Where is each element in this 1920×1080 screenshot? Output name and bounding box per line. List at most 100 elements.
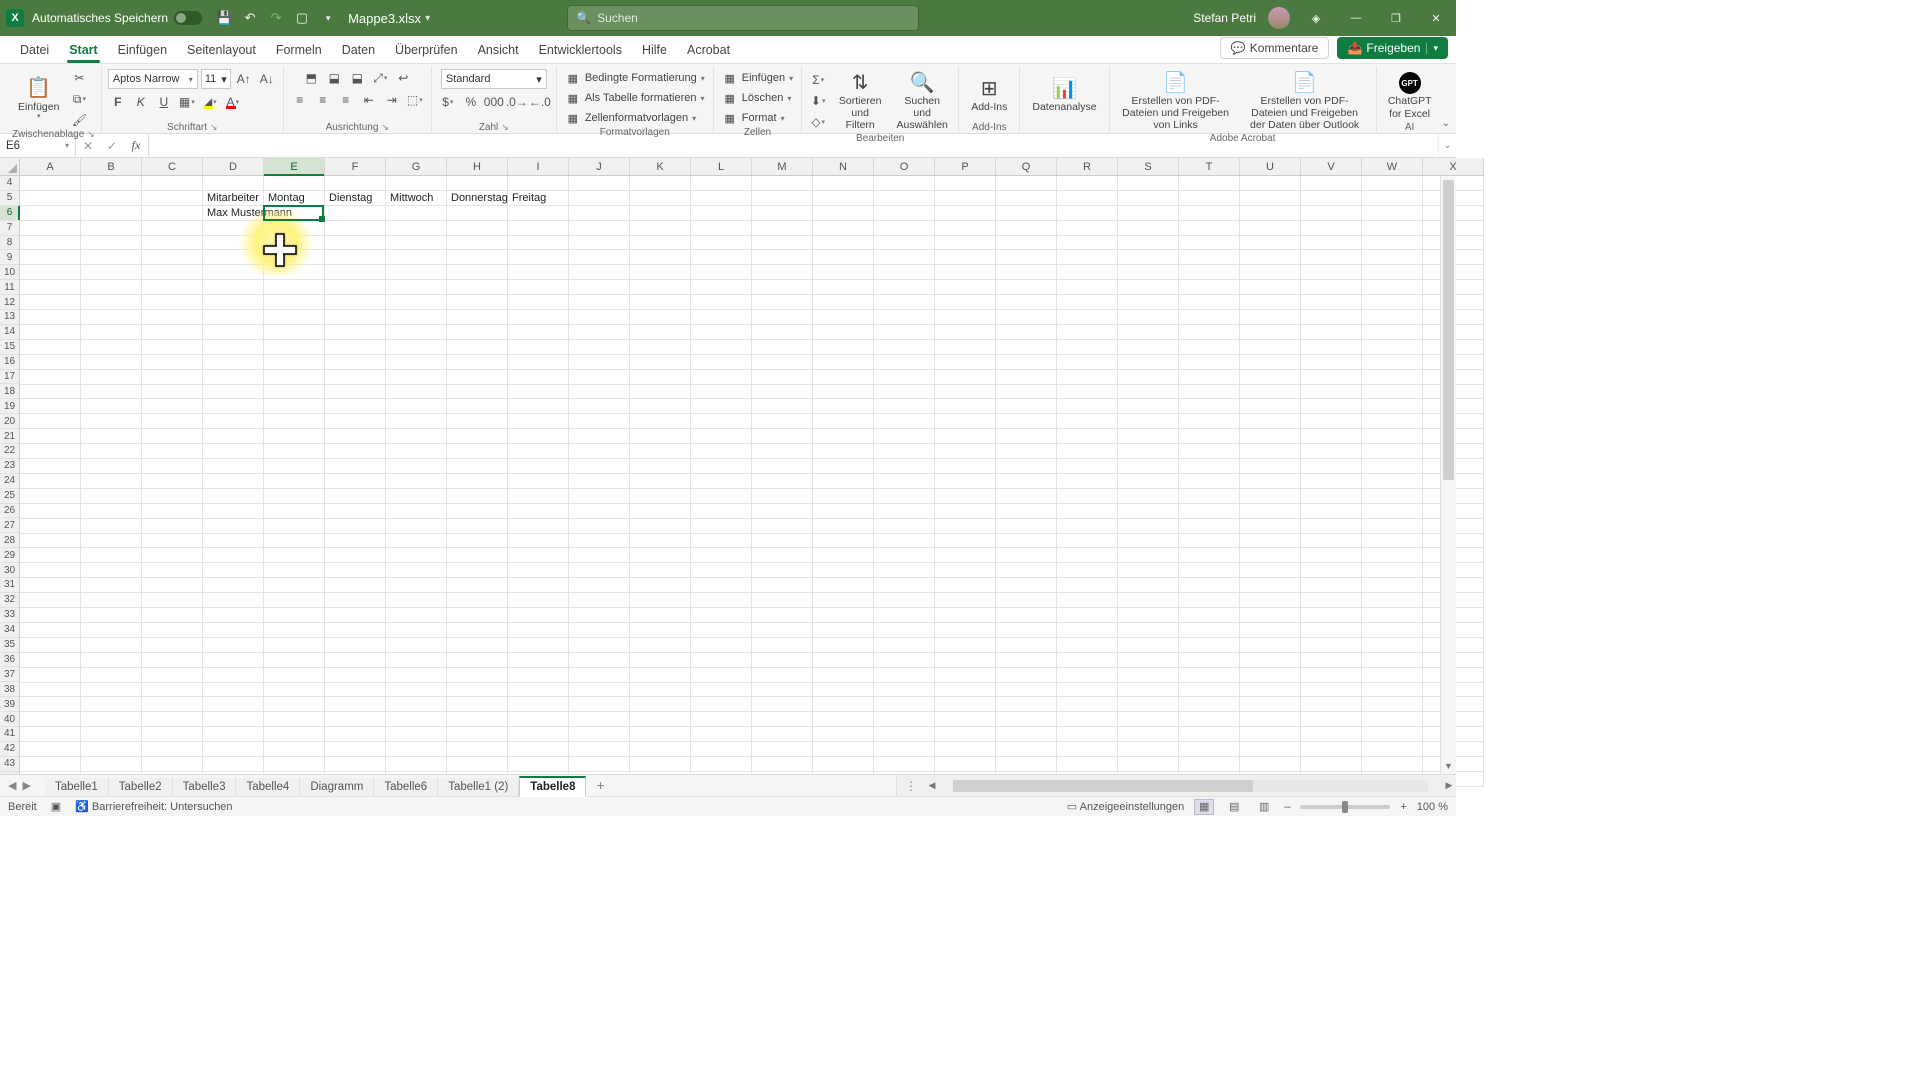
search-box[interactable]: 🔍: [567, 5, 919, 31]
conditional-formatting-button[interactable]: ▦Bedingte Formatierung▾: [563, 69, 707, 87]
column-header[interactable]: K: [630, 158, 691, 175]
scroll-down-icon[interactable]: ▼: [1441, 758, 1456, 774]
vertical-scrollbar[interactable]: ▲ ▼: [1440, 176, 1456, 774]
scroll-left-icon[interactable]: ◀: [925, 780, 939, 791]
chatgpt-button[interactable]: GPTChatGPT for Excel: [1383, 69, 1437, 121]
merge-icon[interactable]: ⬚: [405, 91, 425, 109]
column-headers[interactable]: ABCDEFGHIJKLMNOPQRSTUVWX: [20, 158, 1484, 176]
decrease-indent-icon[interactable]: ⇤: [359, 91, 379, 109]
align-center-icon[interactable]: ≡: [313, 91, 333, 109]
ribbon-tab-datei[interactable]: Datei: [10, 37, 59, 63]
increase-decimal-icon[interactable]: .0→: [507, 93, 527, 111]
row-header[interactable]: 32: [0, 593, 19, 608]
column-header[interactable]: B: [81, 158, 142, 175]
sheet-tab[interactable]: Tabelle2: [109, 778, 173, 796]
ribbon-tab-ansicht[interactable]: Ansicht: [468, 37, 529, 63]
cell[interactable]: Max Mustermann: [205, 206, 294, 221]
filename[interactable]: Mappe3.xlsx ▾: [348, 11, 430, 26]
italic-icon[interactable]: K: [131, 93, 151, 111]
column-header[interactable]: X: [1423, 158, 1484, 175]
ribbon-tab-acrobat[interactable]: Acrobat: [677, 37, 740, 63]
sheet-tab[interactable]: Tabelle6: [374, 778, 438, 796]
row-header[interactable]: 13: [0, 310, 19, 325]
row-header[interactable]: 25: [0, 489, 19, 504]
row-header[interactable]: 21: [0, 429, 19, 444]
sheet-nav-prev-icon[interactable]: ◀: [8, 779, 16, 792]
row-header[interactable]: 17: [0, 370, 19, 385]
close-icon[interactable]: ✕: [1422, 4, 1450, 32]
sheet-tab[interactable]: Tabelle1 (2): [438, 778, 519, 796]
accessibility-status[interactable]: ♿ Barrierefreiheit: Untersuchen: [75, 800, 232, 813]
number-format-combo[interactable]: Standard▾: [441, 69, 547, 89]
row-header[interactable]: 40: [0, 712, 19, 727]
select-all-corner[interactable]: [0, 158, 20, 176]
cell[interactable]: Donnerstag: [449, 191, 510, 206]
row-header[interactable]: 30: [0, 563, 19, 578]
border-icon[interactable]: ▦: [177, 93, 197, 111]
scroll-right-icon[interactable]: ▶: [1442, 780, 1456, 791]
page-layout-view-icon[interactable]: ▤: [1224, 799, 1244, 815]
search-input[interactable]: [597, 11, 910, 25]
row-header[interactable]: 42: [0, 742, 19, 757]
row-header[interactable]: 34: [0, 623, 19, 638]
bold-icon[interactable]: F: [108, 93, 128, 111]
format-cells-button[interactable]: ▦Format▾: [720, 109, 787, 127]
enter-formula-icon[interactable]: ✓: [100, 139, 124, 153]
sheet-tab[interactable]: Tabelle4: [236, 778, 300, 796]
row-header[interactable]: 6: [0, 206, 19, 221]
column-header[interactable]: I: [508, 158, 569, 175]
column-header[interactable]: E: [264, 158, 325, 175]
row-header[interactable]: 9: [0, 250, 19, 265]
row-header[interactable]: 28: [0, 533, 19, 548]
cell[interactable]: Montag: [266, 191, 307, 206]
fill-icon[interactable]: ⬇: [808, 92, 828, 110]
autosum-icon[interactable]: Σ: [808, 71, 828, 89]
row-header[interactable]: 8: [0, 236, 19, 251]
page-break-view-icon[interactable]: ▥: [1254, 799, 1274, 815]
share-button[interactable]: 📤 Freigeben▾: [1337, 37, 1448, 59]
column-header[interactable]: S: [1118, 158, 1179, 175]
font-color-icon[interactable]: A: [223, 93, 243, 111]
clear-icon[interactable]: ◇: [808, 113, 828, 131]
row-header[interactable]: 19: [0, 399, 19, 414]
row-header[interactable]: 43: [0, 757, 19, 772]
row-header[interactable]: 38: [0, 682, 19, 697]
row-header[interactable]: 14: [0, 325, 19, 340]
row-header[interactable]: 18: [0, 384, 19, 399]
cell[interactable]: Freitag: [510, 191, 548, 206]
fill-color-icon[interactable]: ◢: [200, 93, 220, 111]
column-header[interactable]: L: [691, 158, 752, 175]
row-header[interactable]: 16: [0, 355, 19, 370]
paste-button[interactable]: 📋 Einfügen ▾: [12, 75, 65, 123]
column-header[interactable]: T: [1179, 158, 1240, 175]
column-header[interactable]: U: [1240, 158, 1301, 175]
row-header[interactable]: 24: [0, 474, 19, 489]
cell[interactable]: Dienstag: [327, 191, 374, 206]
ribbon-tab-hilfe[interactable]: Hilfe: [632, 37, 677, 63]
display-settings-button[interactable]: ▭ Anzeigeeinstellungen: [1067, 800, 1184, 813]
row-header[interactable]: 36: [0, 653, 19, 668]
column-header[interactable]: V: [1301, 158, 1362, 175]
row-header[interactable]: 22: [0, 444, 19, 459]
cell-styles-button[interactable]: ▦Zellenformatvorlagen▾: [563, 109, 698, 127]
ribbon-tab-entwicklertools[interactable]: Entwicklertools: [529, 37, 632, 63]
column-header[interactable]: F: [325, 158, 386, 175]
insert-cells-button[interactable]: ▦Einfügen▾: [720, 69, 795, 87]
pdf-share-link-button[interactable]: 📄Erstellen von PDF-Dateien und Freigeben…: [1116, 69, 1236, 133]
sheet-tab[interactable]: Diagramm: [300, 778, 374, 796]
column-header[interactable]: M: [752, 158, 813, 175]
decrease-font-icon[interactable]: A↓: [257, 70, 277, 88]
column-header[interactable]: W: [1362, 158, 1423, 175]
column-header[interactable]: N: [813, 158, 874, 175]
column-header[interactable]: C: [142, 158, 203, 175]
ribbon-tab-start[interactable]: Start: [59, 37, 107, 63]
cell[interactable]: Mittwoch: [388, 191, 435, 206]
chevron-down-icon[interactable]: ▾: [1426, 43, 1438, 54]
row-header[interactable]: 20: [0, 414, 19, 429]
horizontal-scrollbar[interactable]: ⋮ ◀ ▶: [896, 775, 1456, 796]
column-header[interactable]: Q: [996, 158, 1057, 175]
column-header[interactable]: O: [874, 158, 935, 175]
column-header[interactable]: P: [935, 158, 996, 175]
currency-icon[interactable]: $: [438, 93, 458, 111]
row-header[interactable]: 5: [0, 191, 19, 206]
